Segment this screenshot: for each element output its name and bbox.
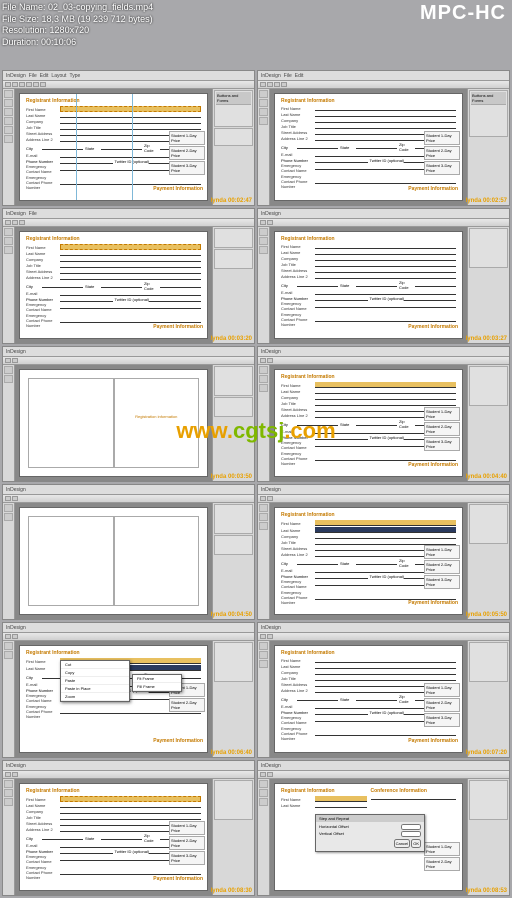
document-canvas[interactable]: Registrant Information First Name Last N…: [19, 93, 208, 201]
context-menu[interactable]: Cut Copy Paste Paste in Place Zoom: [60, 660, 130, 702]
cancel-button[interactable]: Cancel: [394, 839, 410, 848]
context-submenu[interactable]: Fit FrameFill Frame: [132, 674, 182, 692]
thumb-9[interactable]: InDesign Registrant Information First Na…: [2, 622, 255, 758]
thumb-12[interactable]: InDesign Registrant Information First Na…: [257, 760, 510, 896]
page-spread[interactable]: Registration information: [28, 378, 199, 468]
offset-input[interactable]: [401, 824, 421, 830]
page-note: Registration information: [123, 414, 190, 419]
timestamp: lynda 00:02:47: [211, 198, 252, 204]
thumb-1[interactable]: InDesignFileEditLayoutType Registrant In…: [2, 70, 255, 206]
thumb-6[interactable]: InDesign Registrant Information First Na…: [257, 346, 510, 482]
thumb-2[interactable]: InDesignFileEdit Registrant Information …: [257, 70, 510, 206]
thumb-4[interactable]: InDesign Registrant Information First Na…: [257, 208, 510, 344]
panels[interactable]: Buttons and Forms: [212, 89, 254, 205]
selected-field-row[interactable]: [60, 244, 201, 250]
thumb-7[interactable]: InDesign lynda 00:04:50: [2, 484, 255, 620]
thumb-10[interactable]: InDesign Registrant Information First Na…: [257, 622, 510, 758]
ctx-item[interactable]: Cut: [61, 661, 129, 669]
offset-input[interactable]: [401, 831, 421, 837]
section-heading: Registrant Information: [26, 98, 201, 104]
ctx-item[interactable]: Paste: [61, 677, 129, 685]
highlighted-field[interactable]: [60, 106, 201, 112]
ok-button[interactable]: OK: [411, 839, 421, 848]
ctx-item[interactable]: Zoom: [61, 693, 129, 701]
ctx-item[interactable]: Copy: [61, 669, 129, 677]
player-brand: MPC-HC: [420, 2, 506, 25]
thumbnail-grid: InDesignFileEditLayoutType Registrant In…: [0, 0, 512, 898]
tool-palette[interactable]: [3, 89, 15, 205]
ctx-item[interactable]: Paste in Place: [61, 685, 129, 693]
file-metadata: File Name: 02_03-copying_fields.mp4 File…: [2, 2, 153, 49]
thumb-3[interactable]: InDesignFile Registrant Information Firs…: [2, 208, 255, 344]
thumb-8[interactable]: InDesign Registrant Information First Na…: [257, 484, 510, 620]
thumb-5[interactable]: InDesign Registration information lynda …: [2, 346, 255, 482]
selected-dark-field[interactable]: [315, 527, 456, 533]
step-repeat-dialog[interactable]: Step and Repeat Horizontal Offset Vertic…: [315, 814, 425, 852]
thumb-11[interactable]: InDesign Registrant Information First Na…: [2, 760, 255, 896]
toolbar[interactable]: [3, 81, 254, 89]
menubar[interactable]: InDesignFileEditLayoutType: [3, 71, 254, 81]
